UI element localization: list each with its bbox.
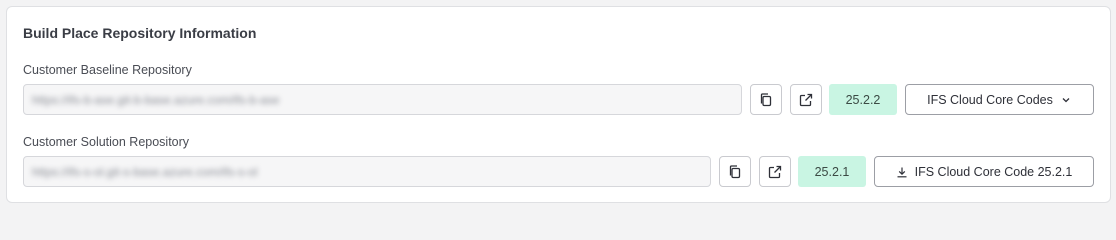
chevron-down-icon: [1062, 97, 1070, 102]
baseline-repo-url-field[interactable]: https://ifs-b-ase.git-b-base.azure.com/i…: [23, 84, 742, 115]
external-link-icon: [768, 165, 782, 178]
solution-repo-url: https://ifs-s-ol.git-s-base.azure.com/if…: [32, 165, 258, 179]
baseline-version-badge: 25.2.2: [829, 84, 897, 115]
baseline-repo-url: https://ifs-b-ase.git-b-base.azure.com/i…: [32, 93, 280, 107]
download-icon: [897, 167, 907, 177]
baseline-repo-label: Customer Baseline Repository: [23, 63, 192, 77]
solution-repo-url-field[interactable]: https://ifs-s-ol.git-s-base.azure.com/if…: [23, 156, 711, 187]
solution-version-badge: 25.2.1: [798, 156, 866, 187]
baseline-copy-button[interactable]: [750, 84, 782, 115]
baseline-action-label: IFS Cloud Core Codes: [927, 92, 1053, 107]
baseline-open-button[interactable]: [790, 84, 822, 115]
external-link-icon: [799, 93, 813, 106]
solution-action-label: IFS Cloud Core Code 25.2.1: [914, 164, 1073, 179]
solution-repo-label: Customer Solution Repository: [23, 135, 190, 149]
baseline-core-codes-dropdown[interactable]: IFS Cloud Core Codes: [905, 84, 1094, 115]
solution-copy-button[interactable]: [719, 156, 751, 187]
solution-open-button[interactable]: [759, 156, 791, 187]
copy-icon: [760, 92, 772, 106]
solution-download-button[interactable]: IFS Cloud Core Code 25.2.1: [874, 156, 1094, 187]
copy-icon: [729, 164, 741, 178]
repository-info-card: Build Place Repository Information Custo…: [6, 6, 1111, 203]
section-title: Build Place Repository Information: [23, 25, 257, 41]
